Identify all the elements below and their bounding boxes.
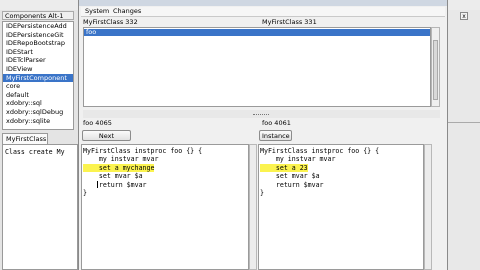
code-line: MyFirstClass instproc foo {} { (83, 147, 203, 155)
instance-button[interactable]: Instance (259, 130, 292, 141)
right-version-header: MyFirstClass 331 (262, 18, 317, 26)
list-item[interactable]: xdobry::sqlDebug (3, 108, 73, 117)
method-list[interactable]: foo (83, 27, 431, 107)
components-list[interactable]: IDEPersistenceAdd IDEPersistenceGit IDER… (2, 21, 74, 130)
divider (448, 122, 480, 123)
editor-text: Class create My (5, 148, 65, 156)
list-item-selected[interactable]: foo (84, 29, 430, 36)
code-line: return $mvar (260, 180, 324, 189)
right-pane-scrollbar[interactable] (424, 144, 432, 270)
left-pane-scrollbar[interactable] (249, 144, 257, 270)
code-line: } (260, 189, 264, 197)
version-compare-dialog: System Changes MyFirstClass 332 MyFirstC… (78, 0, 448, 270)
code-line: my instvar mvar (260, 155, 336, 164)
list-item[interactable]: IDETclParser (3, 56, 73, 65)
code-line: my instvar mvar (83, 155, 159, 164)
code-line-changed: set a mychange (83, 163, 155, 173)
close-icon[interactable]: x (460, 12, 468, 20)
code-line-changed: set a 23 (260, 163, 308, 173)
list-item[interactable]: IDEStart (3, 48, 73, 57)
list-item-selected[interactable]: MyFirstComponent (3, 73, 73, 83)
splitter-grip-icon[interactable] (253, 114, 269, 117)
background-right-panel (448, 10, 480, 270)
dialog-titlebar[interactable] (79, 0, 447, 6)
code-line: MyFirstClass instproc foo {} { (260, 147, 380, 155)
left-code-pane[interactable]: MyFirstClass instproc foo {} { my instva… (81, 144, 249, 270)
left-version-header: MyFirstClass 332 (83, 18, 138, 26)
code-line: return $mvar (83, 180, 147, 189)
list-item[interactable]: default (3, 91, 73, 100)
code-line: set mvar $a (83, 172, 143, 181)
menubar: System Changes (81, 7, 445, 17)
text-cursor (97, 181, 98, 188)
list-item[interactable]: IDEPersistenceAdd (3, 22, 73, 31)
code-line: } (83, 189, 87, 197)
code-line: set mvar $a (260, 172, 320, 181)
menu-changes[interactable]: Changes (113, 7, 141, 16)
list-item[interactable]: IDEView (3, 65, 73, 74)
scrollbar-thumb[interactable] (433, 40, 438, 100)
list-item[interactable]: core (3, 82, 73, 91)
next-difference-button[interactable]: Next Difference (82, 130, 131, 151)
right-code-pane[interactable]: MyFirstClass instproc foo {} { my instva… (258, 144, 424, 270)
list-item[interactable]: xdobry::sql (3, 99, 73, 108)
list-item[interactable]: IDERepoBootstrap (3, 39, 73, 48)
components-header[interactable]: Components Alt-1 (2, 11, 74, 20)
right-revision-label: foo 4061 (262, 119, 291, 127)
menu-system[interactable]: System (85, 7, 109, 16)
tab-myfirstclass[interactable]: MyFirstClass (2, 133, 48, 144)
class-editor[interactable]: Class create My (2, 144, 78, 270)
list-item[interactable]: xdobry::sqlite (3, 117, 73, 126)
left-revision-label: foo 4065 (83, 119, 112, 127)
list-item[interactable]: IDEPersistenceGit (3, 31, 73, 40)
